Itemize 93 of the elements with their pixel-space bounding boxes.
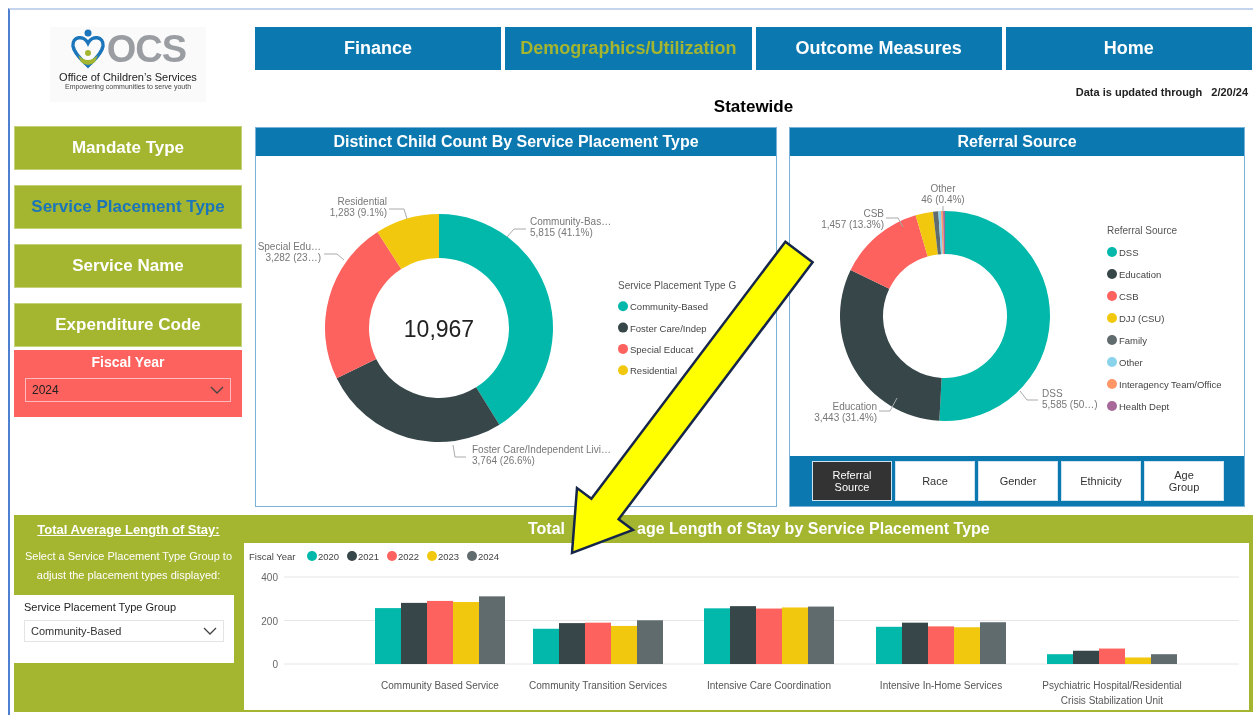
heart-figure-icon: [69, 29, 106, 69]
legend-title: Service Placement Type G: [618, 280, 737, 291]
total-count: 10,967: [403, 316, 475, 342]
leader-line: [388, 208, 408, 220]
bar: [902, 622, 928, 664]
data-label: Special Edu… 3,282 (23…): [257, 241, 321, 263]
update-date: 2/20/24: [1211, 86, 1248, 98]
legend-label: Foster Care/Indep: [630, 322, 707, 334]
leader-line: [885, 217, 904, 228]
view-tab[interactable]: Gender: [978, 461, 1058, 501]
bar: [401, 602, 427, 664]
legend-label: Interagency Team/Office: [1119, 379, 1222, 390]
page-title: Statewide: [713, 97, 794, 118]
legend-label: Family: [1119, 335, 1147, 346]
bar: [808, 606, 834, 664]
data-label: CSB 1,457 (13.3%): [821, 208, 884, 230]
logo-text: OCS: [106, 29, 187, 69]
axis-label: 200: [261, 615, 278, 627]
legend-label: Residential: [630, 365, 677, 377]
leader-line: [452, 444, 467, 458]
legend-label: CSB: [1119, 291, 1139, 302]
bar: [928, 626, 954, 664]
chevron-down-icon: [203, 627, 217, 635]
axis-label: Community Transition Services: [529, 680, 667, 691]
bar: [611, 625, 637, 664]
bar: [637, 620, 663, 664]
axis-label: Psychiatric Hospital/Residential Crisis Stabilization Unit: [1042, 680, 1182, 706]
chart-title: age Length of Stay by Service Placement Type: [637, 520, 990, 538]
fiscal-year-dropdown[interactable]: 2024: [25, 378, 231, 402]
data-label: Community-Bas… 5,815 (41.1%): [530, 216, 612, 238]
view-tab[interactable]: Age Group: [1144, 461, 1224, 501]
bar: [1151, 654, 1177, 664]
legend-label: DSS: [1119, 247, 1139, 258]
legend-label: 2020: [318, 551, 340, 562]
data-label: Residential 1,283 (9.1%): [329, 196, 387, 218]
bar: [559, 623, 585, 664]
view-tab[interactable]: Ethnicity: [1061, 461, 1141, 501]
leader-line: [506, 228, 527, 238]
bar: [427, 600, 453, 664]
bar: [479, 596, 505, 664]
update-label: Data is updated through: [1075, 86, 1203, 98]
axis-label: 400: [261, 572, 278, 583]
bar: [375, 608, 401, 664]
data-label: DSS 5,585 (50…): [1042, 388, 1098, 410]
leader-line: [1019, 390, 1039, 401]
instructions: Select a Service Placement Type Group to adjust the placement types displayed:: [23, 549, 234, 583]
nav-tab[interactable]: Outcome Measures: [755, 27, 1002, 70]
axis-label: 0: [272, 659, 278, 670]
legend-label: DJJ (CSU): [1119, 313, 1165, 324]
legend-label: 2023: [438, 551, 460, 562]
group-dropdown[interactable]: Community-Based: [24, 620, 224, 642]
bar: [756, 608, 782, 664]
legend-title: Fiscal Year: [249, 551, 296, 562]
bar: [533, 628, 559, 664]
legend-label: Education: [1119, 269, 1162, 280]
organization-name: Office of Children’s Services: [59, 71, 197, 83]
filter-label: Service Placement Type Group: [24, 601, 178, 613]
bar: [1047, 654, 1073, 664]
data-label: Education 3,443 (31.4%): [814, 401, 877, 423]
leader-line: [942, 205, 944, 213]
axis-label: Intensive Care Coordination: [707, 680, 831, 691]
legend-label: Health Dept: [1119, 401, 1170, 412]
axis-label: Community Based Service: [381, 680, 499, 691]
bar: [453, 602, 479, 664]
panel-title: Referral Source: [790, 128, 1244, 156]
leader-line: [323, 253, 345, 261]
nav-tab[interactable]: Finance: [255, 27, 502, 70]
panel-title: Distinct Child Count By Service Placement Type: [256, 128, 776, 156]
data-label: Other 46 (0.4%): [921, 183, 965, 205]
legend-label: 2021: [358, 551, 380, 562]
view-tab[interactable]: Race: [895, 461, 975, 501]
nav-tab[interactable]: Home: [1005, 27, 1252, 70]
bar: [585, 622, 611, 664]
data-label: Foster Care/Independent Livi… 3,764 (26.6%): [472, 444, 611, 466]
chart-title: Total: [528, 520, 566, 538]
bar: [954, 627, 980, 664]
bar: [980, 622, 1006, 664]
legend-label: 2022: [398, 551, 420, 562]
axis-label: Intensive In-Home Services: [879, 680, 1003, 691]
legend-label: Other: [1119, 357, 1143, 368]
bar: [730, 606, 756, 664]
view-tab[interactable]: Referral Source: [812, 461, 892, 501]
leader-line: [878, 397, 898, 412]
filter-label: Fiscal Year: [91, 354, 165, 370]
legend-title: Referral Source: [1107, 225, 1178, 236]
chevron-down-icon: [210, 386, 224, 394]
bar: [1073, 650, 1099, 664]
bar: [782, 607, 808, 664]
legend-label: Community-Based: [630, 301, 709, 313]
legend-label: 2024: [478, 551, 500, 562]
bar: [704, 608, 730, 664]
legend-label: Special Educat: [630, 343, 694, 355]
bar: [876, 626, 902, 664]
